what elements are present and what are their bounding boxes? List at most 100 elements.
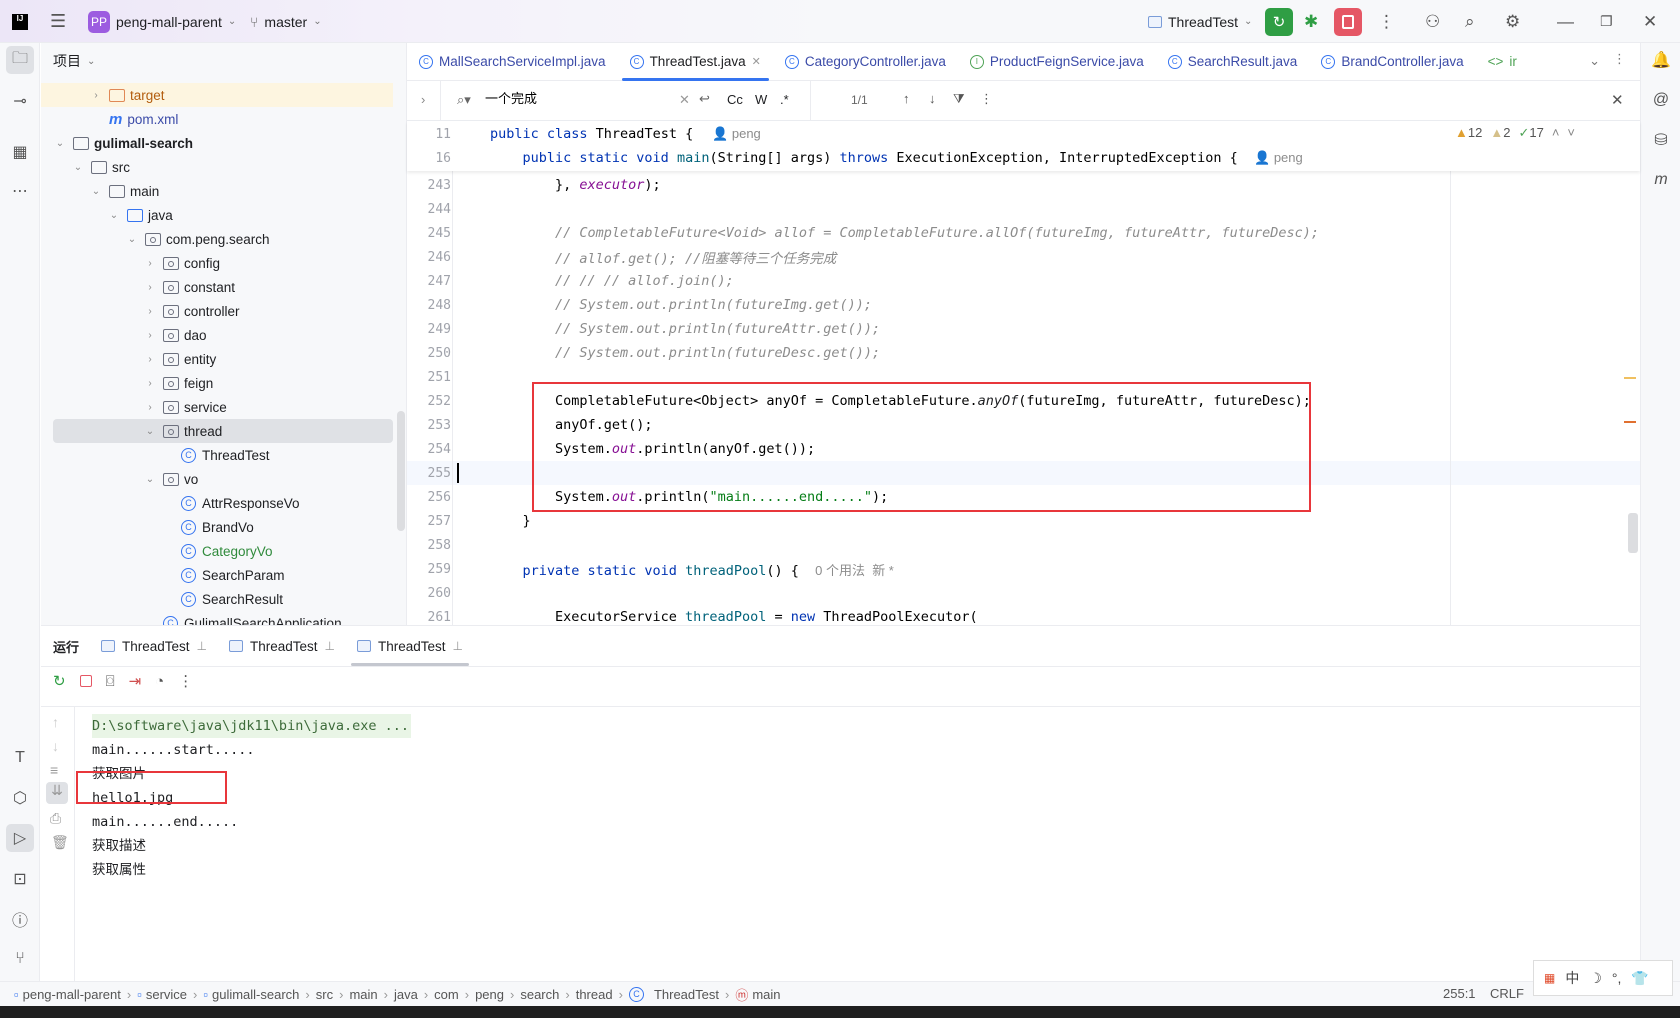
chevron-right-icon[interactable]: › [89, 90, 103, 101]
regex-toggle[interactable]: .* [780, 92, 789, 107]
tree-item[interactable]: ⌄ vo [41, 467, 393, 491]
tree-item[interactable]: › controller [41, 299, 393, 323]
breadcrumb-item[interactable]: ⓜ main [735, 985, 780, 1004]
tree-item[interactable]: m pom.xml [41, 107, 393, 131]
run-more-icon[interactable]: ⋮ [178, 672, 193, 690]
problems-tool-icon[interactable]: ⓘ [6, 905, 34, 933]
breadcrumb-item[interactable]: src [316, 987, 333, 1002]
breadcrumb-item[interactable]: C ThreadTest [628, 986, 719, 1002]
tree-item[interactable]: › feign [41, 371, 393, 395]
search-history-icon[interactable]: ⌕▾ [457, 92, 471, 108]
next-highlight-icon[interactable]: ˅ [1567, 125, 1575, 141]
commit-tool-icon[interactable]: ⊸ [6, 87, 34, 115]
tree-item[interactable]: C BrandVo [41, 515, 393, 539]
tree-item[interactable]: C SearchParam [41, 563, 393, 587]
breadcrumb-item[interactable]: ▫ peng-mall-parent [14, 987, 121, 1002]
moon-icon[interactable]: ☽ [1589, 970, 1602, 987]
git-tool-icon[interactable]: ⑂ [6, 945, 34, 973]
tree-item[interactable]: › service [41, 395, 393, 419]
project-switcher[interactable]: PP peng-mall-parent ⌄ [88, 0, 236, 43]
more-tools-icon[interactable]: ⋯ [6, 177, 34, 205]
ai-assistant-icon[interactable]: @ [1647, 86, 1675, 114]
restore-button[interactable]: ❐ [1600, 0, 1613, 43]
breadcrumb-item[interactable]: com [434, 987, 459, 1002]
breadcrumb-item[interactable]: thread [576, 987, 613, 1002]
intellij-logo-icon[interactable]: IJ [12, 13, 28, 30]
stop-icon[interactable] [79, 675, 92, 687]
tree-item[interactable]: › target [41, 83, 393, 107]
chevron-right-icon[interactable]: › [143, 378, 157, 389]
editor-tab[interactable]: C BrandController.java [1309, 43, 1475, 81]
scroll-up-icon[interactable]: ↑ [52, 714, 59, 730]
editor-scrollbar[interactable] [1628, 513, 1638, 553]
chevron-down-icon[interactable]: ⌄ [53, 138, 67, 149]
terminal-tool-icon[interactable]: ⊡ [6, 865, 34, 893]
chevron-down-icon[interactable]: ⌄ [71, 162, 85, 173]
tree-item[interactable]: › entity [41, 347, 393, 371]
run-tab[interactable]: ThreadTest ⊥ [101, 626, 207, 666]
pin-icon[interactable]: ⊥ [325, 639, 335, 653]
run-tool-icon[interactable]: ▷ [6, 824, 34, 852]
notifications-icon[interactable]: 🔔 [1647, 46, 1675, 74]
run-tab[interactable]: ThreadTest ⊥ [351, 626, 469, 666]
line-ending[interactable]: CRLF [1490, 986, 1524, 1001]
project-tool-icon[interactable]: 🗀 [6, 46, 34, 74]
editor-tab[interactable]: C CategoryController.java [773, 43, 958, 81]
close-button[interactable]: ✕ [1643, 0, 1657, 43]
chevron-right-icon[interactable]: › [143, 402, 157, 413]
run-config-selector[interactable]: ThreadTest ⌄ [1148, 0, 1252, 43]
inspection-widget[interactable]: ▲12 ▲2 ✓17 ˄ ˅ [1455, 125, 1575, 141]
breadcrumb-item[interactable]: ▫ service [137, 987, 187, 1002]
tree-item[interactable]: ⌄ main [41, 179, 393, 203]
tree-item[interactable]: › config [41, 251, 393, 275]
rerun-icon[interactable]: ↻ [53, 672, 66, 690]
tabs-dropdown-icon[interactable]: ⌄ [1589, 53, 1600, 69]
minimize-button[interactable]: — [1557, 0, 1574, 43]
tree-item[interactable]: C GulimallSearchApplication [41, 611, 393, 625]
services-tool-icon[interactable]: ⬡ [6, 784, 34, 812]
chevron-right-icon[interactable]: › [143, 258, 157, 269]
find-more-icon[interactable]: ⋮ [980, 91, 993, 107]
maven-icon[interactable]: m [1647, 166, 1675, 194]
tree-item[interactable]: ⌄ java [41, 203, 393, 227]
structure-tool-icon[interactable]: ▦ [6, 138, 34, 166]
editor-tab[interactable]: <> ir [1476, 43, 1529, 81]
add-user-icon[interactable]: ⚇ [1425, 0, 1440, 43]
chevron-down-icon[interactable]: ⌄ [107, 210, 121, 221]
chevron-right-icon[interactable]: › [143, 330, 157, 341]
tree-scrollbar[interactable] [397, 411, 405, 531]
breadcrumb-item[interactable]: search [520, 987, 559, 1002]
chevron-down-icon[interactable]: ⌄ [143, 426, 157, 437]
punctuation-icon[interactable]: °, [1612, 970, 1622, 986]
chevron-right-icon[interactable]: › [143, 354, 157, 365]
editor-tab[interactable]: I ProductFeignService.java [958, 43, 1156, 81]
close-find-icon[interactable]: ✕ [1611, 91, 1624, 109]
scroll-down-icon[interactable]: ↓ [52, 738, 59, 754]
breadcrumb-item[interactable]: java [394, 987, 418, 1002]
tree-item[interactable]: C AttrResponseVo [41, 491, 393, 515]
main-menu-icon[interactable]: ☰ [50, 0, 66, 43]
ime-mode[interactable]: 中 [1565, 968, 1579, 988]
chevron-right-icon[interactable]: › [143, 306, 157, 317]
previous-highlight-icon[interactable]: ˄ [1552, 125, 1560, 141]
tree-item[interactable]: ⌄ gulimall-search [41, 131, 393, 155]
clear-all-icon[interactable]: 🗑 [51, 834, 69, 851]
tree-item[interactable]: C ThreadTest [41, 443, 393, 467]
rerun-button[interactable]: ↻ [1265, 7, 1293, 36]
settings-icon[interactable]: ⚙ [1505, 0, 1520, 43]
tree-item[interactable]: C SearchResult [41, 587, 393, 611]
search-icon[interactable]: ⌕ [1465, 0, 1475, 43]
close-tab-icon[interactable]: ✕ [752, 55, 761, 68]
chevron-down-icon[interactable]: ⌄ [89, 186, 103, 197]
screenshot-icon[interactable]: ⌼ [106, 673, 115, 690]
print-icon[interactable]: ⎙ [50, 810, 61, 827]
tree-item[interactable]: ⌄ com.peng.search [41, 227, 393, 251]
tree-item[interactable]: › dao [41, 323, 393, 347]
tree-item[interactable]: C CategoryVo [41, 539, 393, 563]
filter-icon[interactable]: ⧩ [953, 91, 965, 107]
build-tool-icon[interactable]: T [6, 744, 34, 772]
words-toggle[interactable]: W [755, 92, 767, 107]
stop-button[interactable] [1334, 7, 1362, 36]
new-line-icon[interactable]: ↩ [699, 91, 710, 107]
breadcrumb-item[interactable]: main [349, 987, 377, 1002]
